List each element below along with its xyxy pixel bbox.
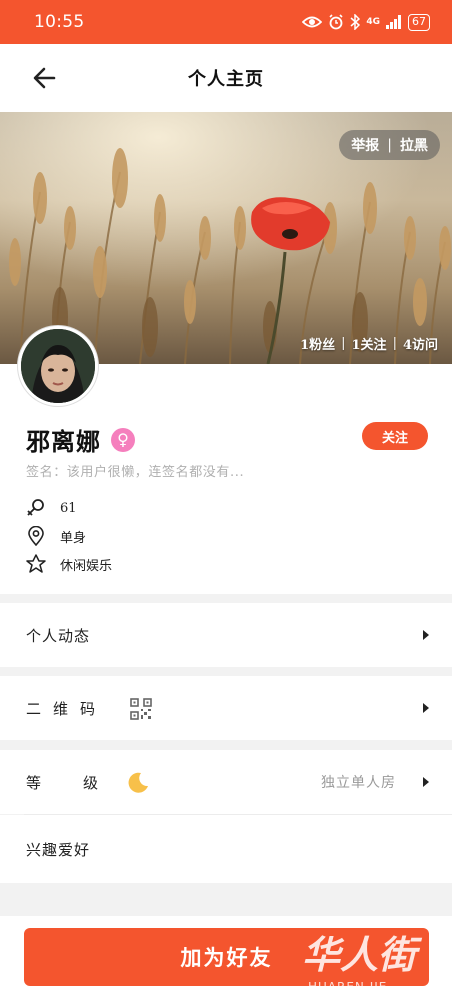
chevron-right-icon	[423, 777, 429, 787]
app-bar: 个人主页	[0, 44, 452, 112]
bottom-bar: 加为好友	[0, 916, 452, 1000]
age-value: 61	[60, 500, 77, 516]
profile-card: 邪离娜 ♀ 关注 签名：该用户很懒，连签名都没有... 61 单身 休闲娱乐	[0, 326, 452, 594]
chevron-right-icon	[423, 630, 429, 640]
alarm-icon	[328, 14, 344, 30]
star-icon	[26, 554, 46, 574]
eye-icon	[302, 15, 323, 29]
chevron-right-icon	[423, 703, 429, 713]
level-value: 独立单人房	[321, 775, 396, 791]
chip-separator: |	[387, 137, 392, 153]
user-name: 邪离娜	[26, 427, 101, 456]
stats-separator: |	[392, 335, 397, 351]
interests-label: 兴趣爱好	[26, 840, 91, 859]
avatar-photo	[21, 329, 95, 403]
hobby-value: 休闲娱乐	[60, 558, 113, 574]
qrcode-row[interactable]: 二维码	[0, 676, 452, 740]
female-icon: ♀	[111, 427, 135, 452]
signal-icon	[386, 15, 402, 29]
back-arrow-icon[interactable]	[30, 64, 60, 92]
network-label: 4G	[366, 17, 380, 27]
qr-code-icon	[130, 698, 152, 720]
hobby-row: 休闲娱乐	[26, 554, 112, 574]
level-row[interactable]: 等级 独立单人房	[0, 750, 452, 814]
page-title: 个人主页	[188, 69, 264, 90]
status-icons: 4G 67	[302, 13, 430, 31]
name-row: 邪离娜 ♀	[26, 422, 135, 457]
add-friend-button[interactable]: 加为好友	[24, 928, 429, 986]
avatar[interactable]	[18, 326, 98, 406]
personal-dynamics-row[interactable]: 个人动态	[0, 603, 452, 667]
status-bar: 10:55 4G 67	[0, 0, 452, 44]
level-label: 等级	[26, 773, 141, 792]
signature: 签名：该用户很懒，连签名都没有...	[26, 465, 245, 480]
moon-icon	[128, 772, 148, 793]
fans-count[interactable]: 1粉丝	[300, 334, 335, 353]
block-button[interactable]: 拉黑	[400, 135, 428, 155]
gender-age-icon	[26, 498, 46, 518]
bluetooth-icon	[350, 14, 361, 30]
relationship-value: 单身	[60, 530, 87, 546]
location-pin-icon	[26, 526, 46, 546]
follow-button[interactable]: 关注	[362, 422, 428, 450]
age-row: 61	[26, 498, 77, 518]
profile-stats: 1粉丝 | 1关注 | 4访问	[300, 330, 438, 356]
following-count[interactable]: 1关注	[352, 334, 387, 353]
battery-indicator: 67	[408, 13, 430, 31]
relationship-row: 单身	[26, 526, 86, 546]
report-block-chip: 举报 | 拉黑	[339, 130, 440, 160]
qrcode-label: 二维码	[26, 699, 108, 718]
cover-image: 举报 | 拉黑 1粉丝 | 1关注 | 4访问	[0, 112, 452, 364]
stats-separator: |	[341, 335, 346, 351]
report-button[interactable]: 举报	[351, 135, 379, 155]
status-time: 10:55	[34, 12, 85, 32]
visits-count[interactable]: 4访问	[403, 334, 438, 353]
dynamics-label: 个人动态	[26, 626, 91, 645]
interests-row[interactable]: 兴趣爱好	[0, 815, 452, 883]
